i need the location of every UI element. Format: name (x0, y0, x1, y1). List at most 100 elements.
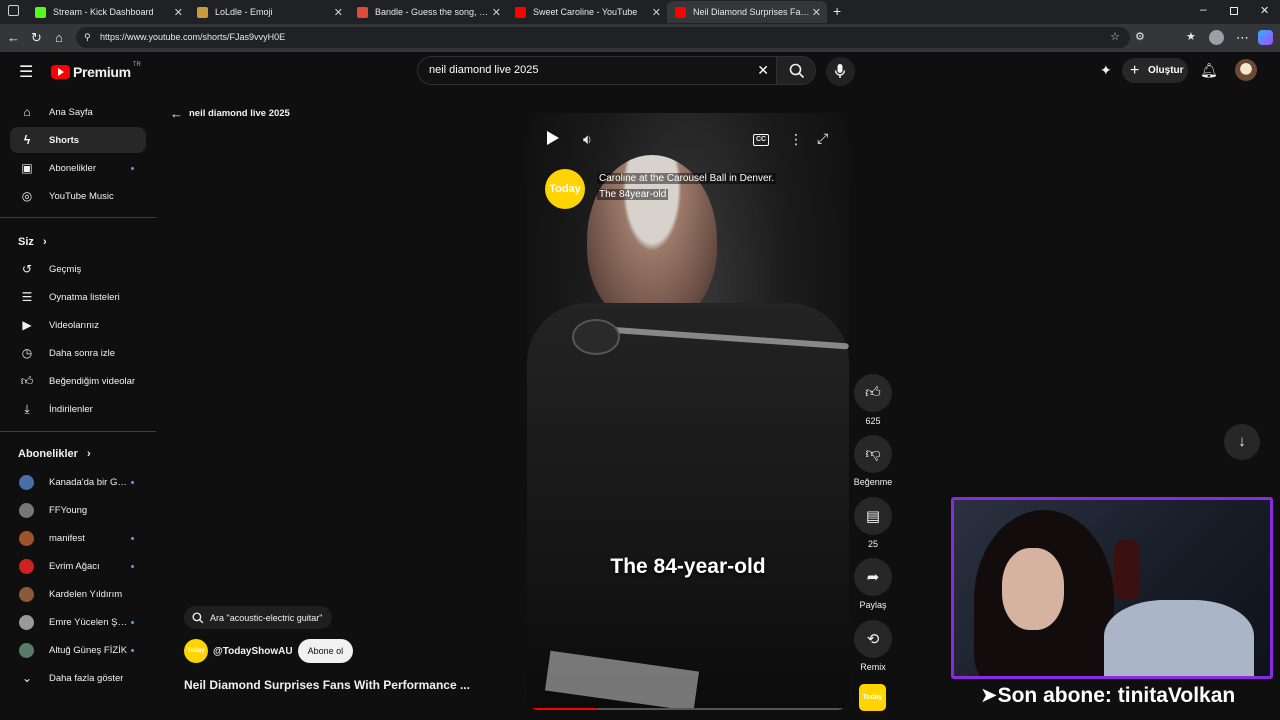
tab-neil-diamond[interactable]: Neil Diamond Surprises Fans With ✕ (667, 1, 827, 23)
kick-extension-icon[interactable]: ✦ (1100, 62, 1112, 79)
sidebar-item-home[interactable]: ⌂ Ana Sayfa (10, 99, 146, 125)
you-section-heading[interactable]: Siz › (18, 236, 47, 248)
youtube-logo[interactable]: Premium TR (51, 62, 141, 80)
site-info-icon[interactable]: ⚲ (84, 27, 91, 48)
sidebar-item-watch-later[interactable]: ◷ Daha sonra izle (10, 340, 146, 366)
sidebar-item-label: Beğendiğim videolar (49, 375, 136, 387)
create-button[interactable]: + Oluştur (1122, 58, 1188, 83)
shorts-icon: ϟ (23, 133, 31, 147)
tab-label: Neil Diamond Surprises Fans With (693, 7, 811, 17)
clear-search-icon[interactable]: ✕ (757, 57, 769, 84)
new-content-dot (131, 480, 134, 484)
tab-sweet-caroline[interactable]: Sweet Caroline - YouTube ✕ (507, 1, 667, 23)
volume-icon[interactable]: 🔉︎ (583, 131, 592, 148)
channel-avatar (19, 642, 34, 658)
channel-thumbnail[interactable]: Today (859, 684, 886, 711)
sidebar-channel-item[interactable]: manifest (10, 525, 146, 551)
channel-row: Today @TodayShowAU Abone ol (184, 639, 354, 663)
copilot-icon[interactable] (1258, 30, 1273, 45)
sidebar-item-your-videos[interactable]: ▶ Videolarınız (10, 312, 146, 338)
channel-avatar[interactable]: Today (184, 639, 208, 663)
minimize-icon[interactable]: – (1200, 2, 1207, 16)
next-video-button[interactable]: ↓ (1224, 424, 1260, 460)
fullscreen-icon[interactable]: ⤢ (817, 130, 828, 147)
dislike-button[interactable]: 👎︎ Beğenme (851, 435, 895, 487)
new-content-dot (131, 620, 134, 624)
sidebar-channel-item[interactable]: FFYoung (10, 497, 146, 523)
reload-icon[interactable]: ↻ (31, 30, 42, 46)
sidebar-item-downloads[interactable]: ⤓ İndirilenler (10, 396, 146, 422)
account-avatar[interactable] (1235, 59, 1257, 81)
home-icon[interactable]: ⌂ (55, 30, 63, 45)
close-tab-icon[interactable]: ✕ (492, 6, 501, 19)
tab-bandle[interactable]: Bandle - Guess the song, on... ✕ (349, 1, 507, 23)
extensions-icon[interactable]: ⚙ (1135, 30, 1145, 43)
tab-kick[interactable]: Stream - Kick Dashboard ✕ (27, 1, 189, 23)
sidebar-item-playlists[interactable]: ☰ Oynatma listeleri (10, 284, 146, 310)
menu-icon[interactable]: ☰ (19, 62, 33, 82)
profile-avatar[interactable] (1209, 30, 1224, 45)
related-search-chip[interactable]: Ara "acoustic-electric guitar" (184, 606, 333, 629)
browser-toolbar: ← ↻ ⌂ ⚲ https://www.youtube.com/shorts/F… (0, 24, 1280, 52)
notifications-bell-icon[interactable]: 🔔︎ (1200, 62, 1218, 79)
close-tab-icon[interactable]: ✕ (812, 6, 821, 19)
thumbs-down-icon: 👎︎ (854, 435, 892, 473)
new-tab-icon[interactable]: + (833, 3, 841, 19)
more-options-icon[interactable]: ⋮ (789, 131, 803, 148)
new-content-dot (131, 648, 134, 652)
tab-actions-icon[interactable] (8, 5, 19, 16)
subscriptions-icon: ▣ (21, 161, 33, 175)
remix-button[interactable]: ⟲ Remix (852, 620, 894, 672)
search-button[interactable] (776, 56, 816, 85)
short-title[interactable]: Neil Diamond Surprises Fans With Perform… (184, 678, 470, 692)
tab-loldle[interactable]: LoLdle - Emoji ✕ (189, 1, 349, 23)
captions-icon[interactable]: CC (753, 134, 769, 146)
sidebar-item-subscriptions[interactable]: ▣ Abonelikler (10, 155, 146, 181)
progress-bar[interactable] (527, 708, 849, 710)
new-content-dot (131, 564, 134, 568)
back-to-search-button[interactable]: ← neil diamond live 2025 (170, 106, 290, 121)
caption-box: Today Caroline at the Carousel Ball in D… (545, 169, 777, 209)
close-tab-icon[interactable]: ✕ (652, 6, 661, 19)
channel-handle[interactable]: @TodayShowAU (213, 646, 293, 657)
subscriptions-section-heading[interactable]: Abonelikler › (18, 448, 91, 460)
favorites-icon[interactable]: ★ (1186, 30, 1196, 43)
voice-search-button[interactable] (826, 57, 855, 86)
shorts-player[interactable]: 🔉︎ CC ⋮ ⤢ Today Caroline at the Carousel… (527, 113, 849, 710)
close-window-icon[interactable]: ✕ (1260, 4, 1269, 17)
sidebar-item-shorts[interactable]: ϟ Shorts (10, 127, 146, 153)
share-button[interactable]: ➦ Paylaş (852, 558, 894, 610)
close-tab-icon[interactable]: ✕ (334, 6, 343, 19)
sidebar-channel-item[interactable]: Kardelen Yıldırım (10, 581, 146, 607)
back-icon[interactable]: ← (7, 30, 20, 45)
remix-icon: ⟲ (854, 620, 892, 658)
browser-tab-bar: Stream - Kick Dashboard ✕ LoLdle - Emoji… (0, 0, 1280, 24)
streamer-face (1002, 548, 1064, 630)
performer-body (527, 303, 849, 710)
show-more-button[interactable]: ⌄ Daha fazla göster (10, 665, 146, 691)
favorite-star-icon[interactable]: ☆ (1110, 27, 1120, 48)
progress-fill (527, 708, 598, 710)
sidebar-channel-item[interactable]: Altuğ Güneş FİZİK (10, 637, 146, 663)
sidebar-item-liked-videos[interactable]: 👍︎ Beğendiğim videolar (10, 368, 146, 394)
play-icon[interactable] (547, 131, 559, 145)
sidebar-channel-item[interactable]: Kanada'da bir Ge... (10, 469, 146, 495)
like-button[interactable]: 👍︎ 625 (852, 374, 894, 426)
more-icon[interactable]: ⋯ (1236, 30, 1249, 46)
youtube-favicon-icon (515, 6, 526, 18)
sidebar: ⌂ Ana Sayfa ϟ Shorts ▣ Abonelikler ◎ You… (0, 90, 160, 720)
comments-button[interactable]: ▤ 25 (852, 497, 894, 549)
kick-favicon-icon (35, 6, 46, 18)
subscribe-button[interactable]: Abone ol (297, 639, 354, 663)
sidebar-item-label: Altuğ Güneş FİZİK (49, 644, 128, 656)
dislike-label: Beğenme (853, 477, 893, 487)
sidebar-channel-item[interactable]: Evrim Ağacı (10, 553, 146, 579)
sidebar-item-history[interactable]: ↺ Geçmiş (10, 256, 146, 282)
url-field[interactable]: ⚲ https://www.youtube.com/shorts/FJas9vv… (76, 27, 1130, 48)
search-input[interactable]: neil diamond live 2025 ✕ (417, 56, 777, 85)
sidebar-channel-item[interactable]: Emre Yücelen Şa... (10, 609, 146, 635)
sidebar-item-youtube-music[interactable]: ◎ YouTube Music (10, 183, 146, 209)
sidebar-item-label: YouTube Music (49, 190, 114, 202)
maximize-icon[interactable] (1230, 7, 1238, 15)
close-tab-icon[interactable]: ✕ (174, 6, 183, 19)
